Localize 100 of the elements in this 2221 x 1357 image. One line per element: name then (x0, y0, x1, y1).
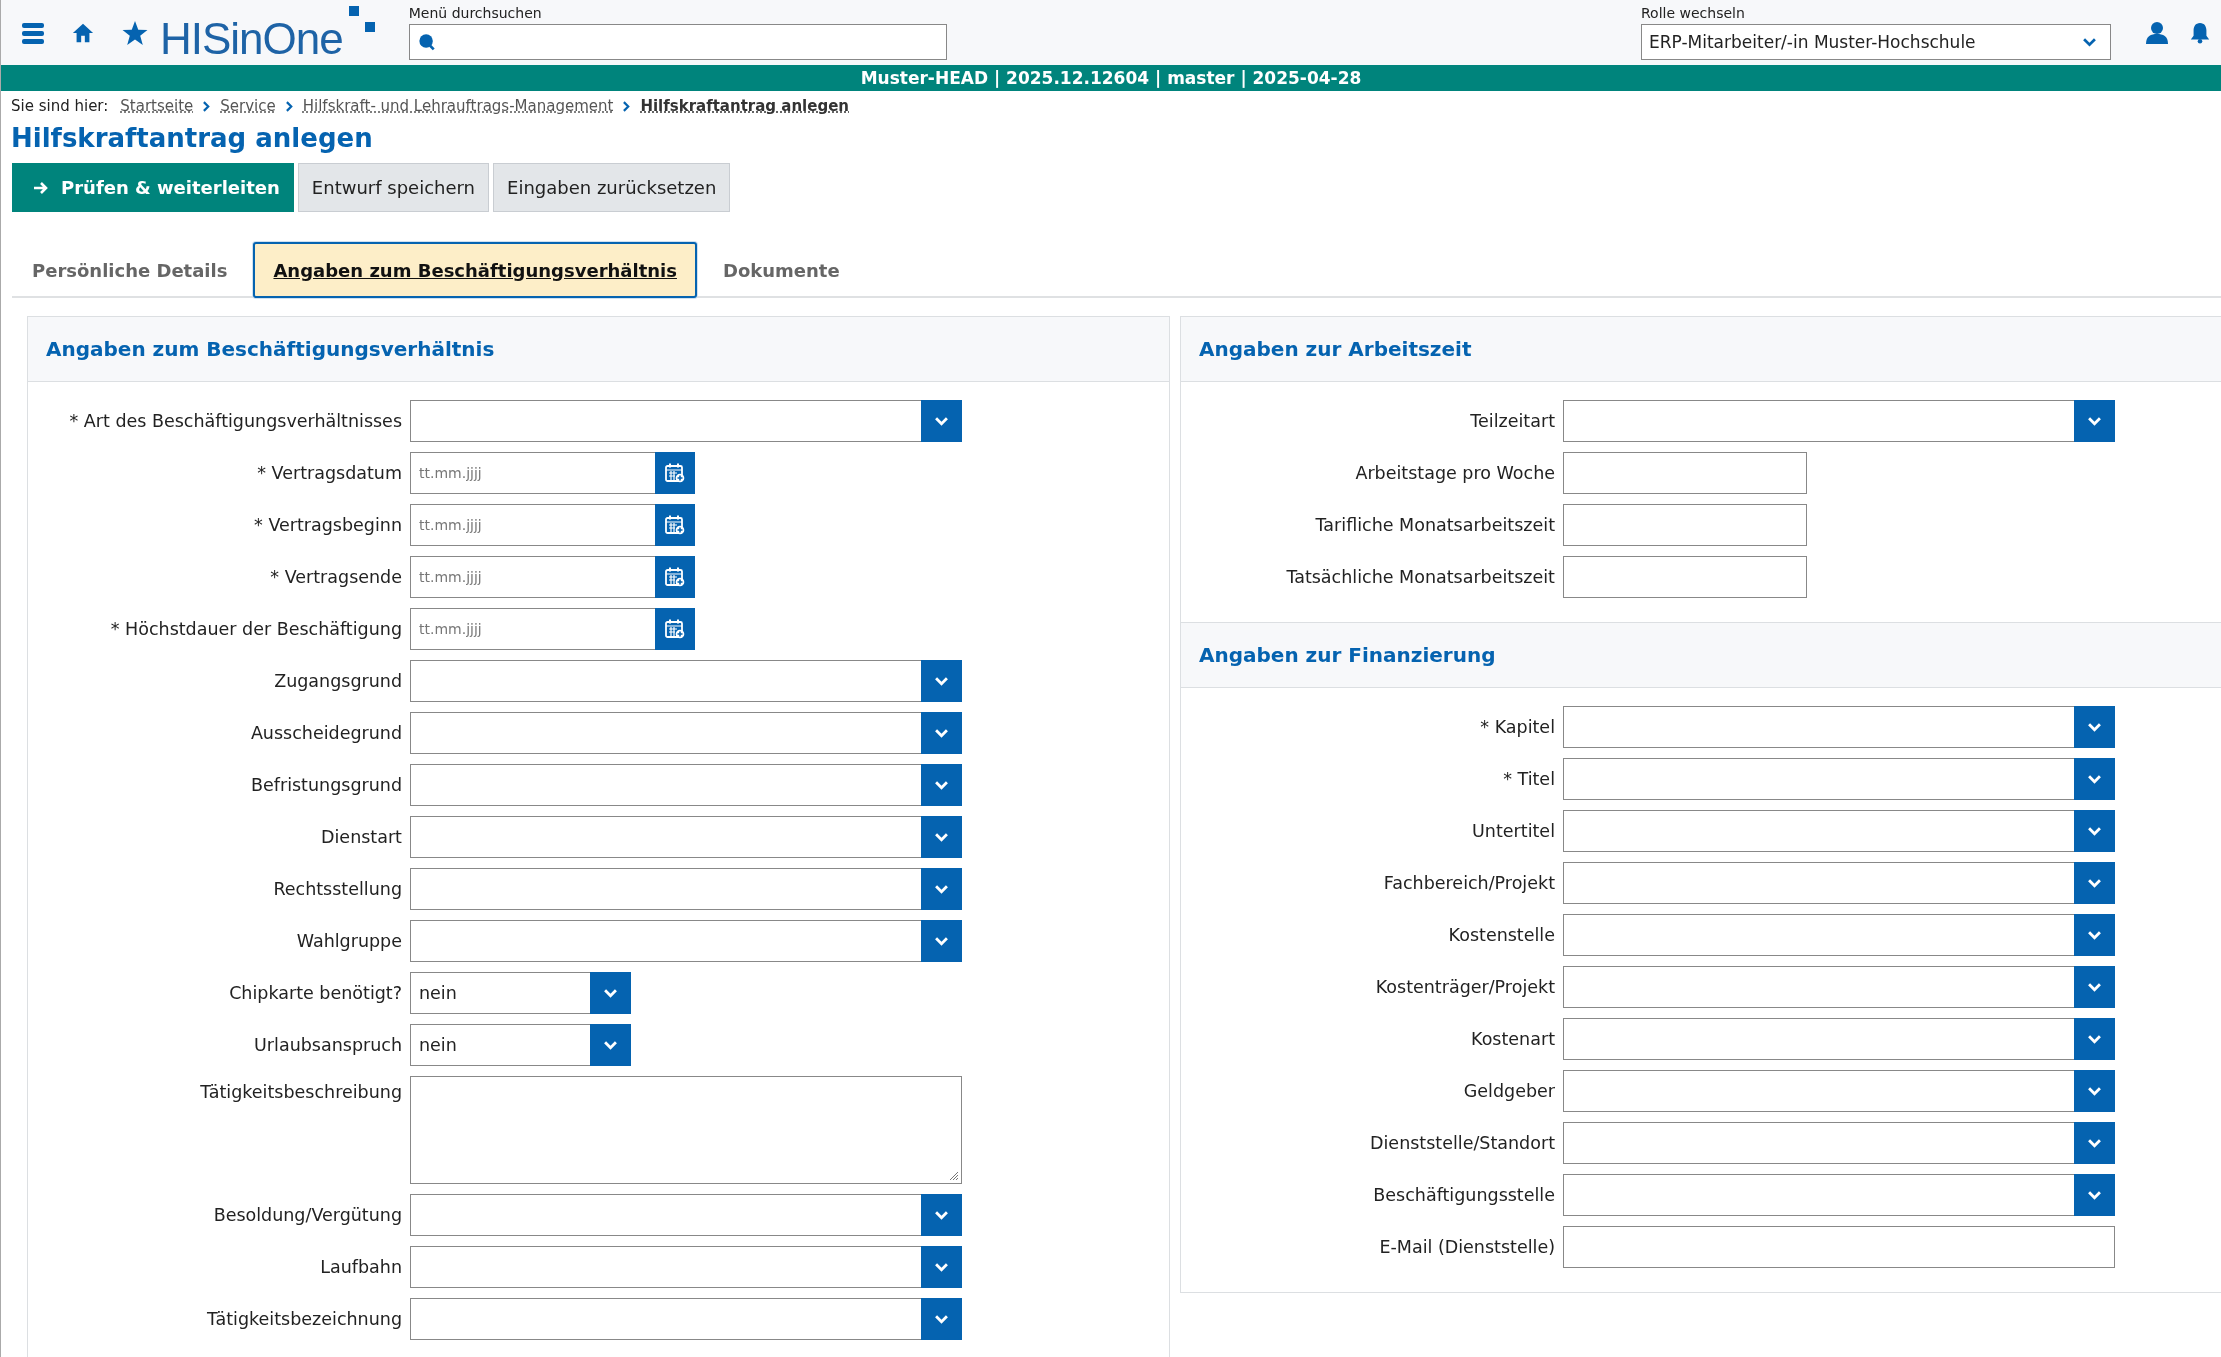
caret-icon (203, 100, 211, 112)
dropdown-field[interactable] (1563, 966, 2115, 1008)
calendar-icon (665, 463, 685, 483)
field-label: Geldgeber (1462, 1081, 1555, 1101)
chevron-icon (2083, 37, 2096, 47)
action-button[interactable]: Entwurf speichern (297, 163, 490, 212)
field-label: Befristungsgrund (250, 775, 402, 795)
chevron-icon (2088, 722, 2101, 732)
resize-handle-icon[interactable] (947, 1169, 959, 1181)
dropdown-field[interactable] (1563, 1018, 2115, 1060)
field-label: Dienststelle/Standort (1369, 1133, 1555, 1153)
dropdown-field[interactable] (410, 400, 962, 442)
field-label: Beschäftigungsstelle (1372, 1185, 1555, 1205)
input-field[interactable] (1563, 452, 1807, 494)
input-field[interactable] (1563, 1226, 2115, 1268)
field-label: Besoldung/Vergütung (212, 1205, 402, 1225)
dropdown-field[interactable]: nein (410, 972, 631, 1014)
tab[interactable]: Persönliche Details (12, 242, 248, 298)
calendar-icon (665, 515, 685, 535)
field-label: Kostenträger/Projekt (1374, 977, 1555, 997)
text-area[interactable] (410, 1076, 962, 1184)
field-label: Kostenstelle (1447, 925, 1555, 945)
breadcrumb-label: Sie sind hier: (11, 97, 109, 115)
dropdown-field[interactable] (1563, 810, 2115, 852)
caret-icon (623, 100, 631, 112)
breadcrumb-link[interactable]: Startseite (120, 97, 194, 115)
chevron-icon (2088, 930, 2101, 940)
tab[interactable]: Dokumente (702, 242, 860, 298)
dropdown-field[interactable]: nein (410, 1024, 631, 1066)
dropdown-field[interactable] (1563, 706, 2115, 748)
chevron-icon (2088, 1190, 2101, 1200)
dropdown-field[interactable] (410, 660, 962, 702)
date-field[interactable]: tt.mm.jjjj (410, 504, 695, 546)
dropdown-field[interactable] (410, 1298, 962, 1340)
field-label: Kostenart (1470, 1029, 1555, 1049)
chevron-icon (935, 780, 948, 790)
field-label: Dienstart (320, 827, 402, 847)
search-label: Menü durchsuchen (408, 5, 543, 21)
field-label: Urlaubsanspruch (253, 1035, 402, 1055)
chevron-icon (935, 728, 948, 738)
dropdown-field[interactable] (1563, 1070, 2115, 1112)
dropdown-field[interactable] (410, 764, 962, 806)
user-icon[interactable] (2145, 20, 2169, 45)
chevron-icon (935, 884, 948, 894)
input-field[interactable] (1563, 556, 1807, 598)
dropdown-field[interactable] (410, 1246, 962, 1288)
page-title: Hilfskraftantrag anlegen (11, 123, 374, 153)
field-label: Tatsächliche Monatsarbeitszeit (1285, 567, 1555, 587)
field-label: E-Mail (Dienststelle) (1378, 1237, 1555, 1257)
field-label: * Titel (1502, 769, 1555, 789)
dropdown-field[interactable] (1563, 914, 2115, 956)
panel-title: Angaben zum Beschäftigungsverhältnis (46, 337, 495, 361)
tab[interactable]: Angaben zum Beschäftigungsverhältnis (253, 242, 697, 298)
search-icon (417, 33, 436, 51)
chevron-icon (935, 1314, 948, 1324)
field-label: * Vertragsbeginn (253, 515, 402, 535)
field-label: Teilzeitart (1469, 411, 1555, 431)
input-field[interactable] (1563, 504, 1807, 546)
field-label: Tätigkeitsbeschreibung (199, 1081, 402, 1102)
caret-icon (285, 100, 293, 112)
dropdown-field[interactable] (1563, 1122, 2115, 1164)
action-button[interactable]: Eingaben zurücksetzen (493, 163, 731, 212)
field-label: * Art des Beschäftigungsverhältnisses (68, 411, 402, 431)
dropdown-field[interactable] (410, 1194, 962, 1236)
dropdown-field[interactable] (1563, 400, 2115, 442)
field-label: Tätigkeitsbezeichnung (205, 1309, 402, 1329)
date-field[interactable]: tt.mm.jjjj (410, 608, 695, 650)
search-field[interactable] (408, 24, 947, 60)
arrow-icon (33, 180, 49, 195)
chevron-icon (604, 988, 617, 998)
bell-icon[interactable] (2189, 20, 2211, 45)
logo[interactable]: HISinOne (160, 13, 343, 64)
field-label: Wahlgruppe (295, 931, 402, 951)
breadcrumb-link[interactable]: Hilfskraft- und Lehrauftrags-Management (302, 97, 614, 115)
dropdown-field[interactable] (410, 868, 962, 910)
calendar-icon (665, 567, 685, 587)
chevron-icon (2088, 1138, 2101, 1148)
field-label: * Vertragsende (269, 567, 402, 587)
breadcrumb-link[interactable]: Hilfskraftantrag anlegen (640, 97, 850, 115)
role-label: Rolle wechseln (1641, 5, 1746, 21)
field-label: * Kapitel (1479, 717, 1555, 737)
field-label: Chipkarte benötigt? (228, 983, 402, 1003)
chevron-icon (935, 1210, 948, 1220)
dropdown-field[interactable] (410, 816, 962, 858)
breadcrumb-link[interactable]: Service (220, 97, 276, 115)
action-button[interactable]: Prüfen & weiterleiten (12, 163, 294, 212)
dropdown-field[interactable] (410, 712, 962, 754)
dropdown-field[interactable] (1563, 862, 2115, 904)
date-field[interactable]: tt.mm.jjjj (410, 452, 695, 494)
dropdown-field[interactable] (1563, 758, 2115, 800)
chevron-icon (935, 936, 948, 946)
date-field[interactable]: tt.mm.jjjj (410, 556, 695, 598)
star-icon[interactable] (122, 19, 148, 46)
dropdown-field[interactable] (1563, 1174, 2115, 1216)
role-select[interactable]: ERP-Mitarbeiter/-in Muster-Hochschule (1641, 24, 2111, 60)
field-label: Arbeitstage pro Woche (1354, 463, 1555, 483)
dropdown-field[interactable] (410, 920, 962, 962)
field-label: Fachbereich/Projekt (1382, 873, 1555, 893)
home-icon[interactable] (72, 21, 94, 44)
field-label: * Vertragsdatum (256, 463, 402, 483)
